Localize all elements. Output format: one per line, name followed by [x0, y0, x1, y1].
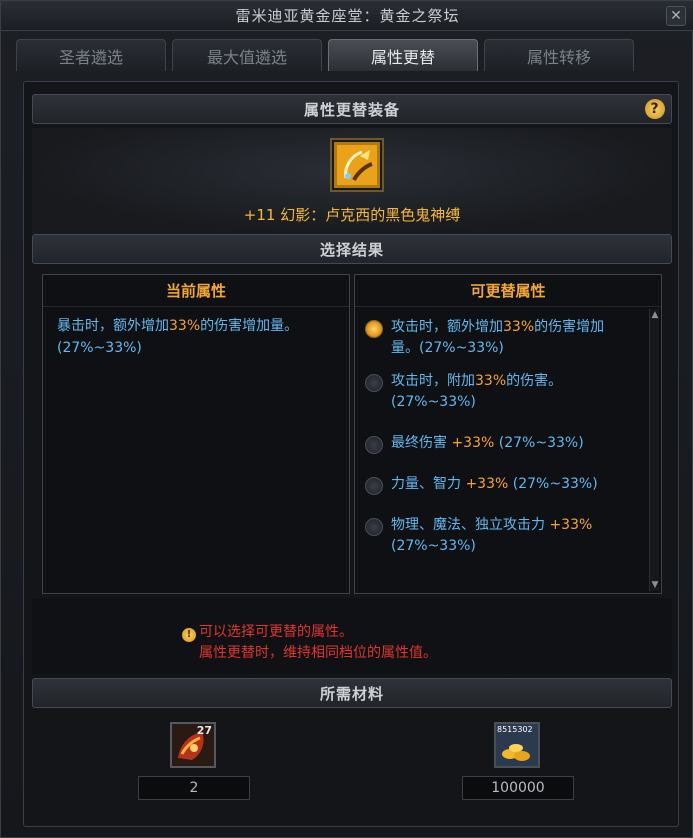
option-value: 33% — [475, 373, 507, 389]
option-text: 力量、智力 +33% (27%~33%) — [391, 474, 598, 495]
tab-saint-selection[interactable]: 圣者遴选 — [16, 39, 166, 71]
radio-unselected[interactable] — [365, 477, 383, 495]
material-slot-gold[interactable]: 8515302 — [494, 722, 540, 768]
option-list: 攻击时，额外增加33%的伤害增加量。(27%~33%) 攻击时，附加33%的伤害… — [355, 307, 661, 557]
current-attribute-panel: 当前属性 暴击时，额外增加33%的伤害增加量。(27%~33%) — [42, 274, 350, 594]
option-post: (27%~33%) — [508, 476, 598, 492]
option-post: (27%~33%) — [494, 435, 584, 451]
option-scrollbar[interactable]: ▲ ▼ — [649, 309, 659, 591]
current-attribute-pre: 暴击时，额外增加 — [57, 318, 169, 334]
option-item[interactable]: 攻击时，额外增加33%的伤害增加量。(27%~33%) — [355, 317, 661, 359]
option-value: 33% — [503, 319, 535, 335]
option-value: +33% — [465, 476, 509, 492]
option-text: 物理、魔法、独立攻击力 +33% (27%~33%) — [391, 515, 631, 557]
option-text: 最终伤害 +33% (27%~33%) — [391, 433, 584, 454]
option-text: 攻击时，附加33%的伤害。(27%~33%) — [391, 371, 631, 413]
equip-slot[interactable] — [330, 138, 384, 192]
material-stone-icon[interactable]: 27 — [170, 722, 216, 768]
radio-selected[interactable] — [365, 320, 383, 338]
notice-line-2: 属性更替时，维持相同档位的属性值。 — [199, 645, 437, 661]
title-bar[interactable]: 雷米迪亚黄金座堂：黄金之祭坛 ✕ — [1, 1, 693, 31]
tab-attribute-replace[interactable]: 属性更替 — [328, 39, 478, 71]
altar-window: 雷米迪亚黄金座堂：黄金之祭坛 ✕ 圣者遴选 最大值遴选 属性更替 属性转移 属性… — [0, 0, 693, 838]
option-value: +33% — [549, 517, 593, 533]
window-title: 雷米迪亚黄金座堂：黄金之祭坛 — [235, 7, 460, 25]
warning-icon: ! — [182, 628, 196, 642]
current-attribute-text: 暴击时，额外增加33%的伤害增加量。(27%~33%) — [43, 307, 349, 367]
radio-unselected[interactable] — [365, 374, 383, 392]
option-item[interactable]: 最终伤害 +33% (27%~33%) — [355, 433, 661, 454]
gold-coins-icon[interactable]: 8515302 — [494, 722, 540, 768]
option-item[interactable]: 力量、智力 +33% (27%~33%) — [355, 474, 661, 495]
option-pre: 最终伤害 — [391, 435, 452, 451]
tab-max-value-selection[interactable]: 最大值遴选 — [172, 39, 322, 71]
replaceable-attribute-heading: 可更替属性 — [355, 275, 661, 307]
close-button[interactable]: ✕ — [666, 6, 686, 26]
tab-attribute-transfer[interactable]: 属性转移 — [484, 39, 634, 71]
dark-bracelet-icon — [334, 142, 380, 188]
option-value: +33% — [451, 435, 495, 451]
option-post: (27%~33%) — [391, 538, 476, 554]
material-gold-count: 100000 — [462, 776, 574, 800]
option-pre: 攻击时，额外增加 — [391, 319, 503, 335]
option-item[interactable]: 攻击时，附加33%的伤害。(27%~33%) — [355, 371, 661, 413]
option-text: 攻击时，额外增加33%的伤害增加量。(27%~33%) — [391, 317, 631, 359]
materials-section-title: 所需材料 — [319, 684, 384, 703]
result-section-header: 选择结果 — [32, 234, 672, 264]
radio-unselected[interactable] — [365, 436, 383, 454]
equip-section-header: 属性更替装备 ? — [32, 94, 672, 124]
gold-coins-badge: 8515302 — [497, 725, 533, 734]
main-panel: 属性更替装备 ? +11 幻影：卢克西的黑色鬼神缚 选择结果 当前属性 暴击时，… — [23, 81, 679, 827]
material-slot-stone[interactable]: 27 — [170, 722, 216, 768]
option-pre: 物理、魔法、独立攻击力 — [391, 517, 550, 533]
current-attribute-value: 33% — [169, 318, 201, 334]
notice-area: ! 可以选择可更替的属性。 属性更替时，维持相同档位的属性值。 — [32, 598, 672, 674]
result-section-title: 选择结果 — [319, 240, 384, 259]
materials-section-header: 所需材料 — [32, 678, 672, 708]
tab-bar: 圣者遴选 最大值遴选 属性更替 属性转移 — [16, 39, 679, 73]
material-stone-badge: 27 — [196, 724, 212, 737]
radio-unselected[interactable] — [365, 518, 383, 536]
equip-item-name: +11 幻影：卢克西的黑色鬼神缚 — [243, 206, 461, 224]
help-icon[interactable]: ? — [645, 99, 665, 119]
replaceable-attribute-panel: 可更替属性 攻击时，额外增加33%的伤害增加量。(27%~33%) 攻击时，附加… — [354, 274, 662, 594]
notice-text: ! 可以选择可更替的属性。 属性更替时，维持相同档位的属性值。 — [182, 622, 437, 664]
scroll-down-icon[interactable]: ▼ — [650, 579, 660, 591]
option-item[interactable]: 物理、魔法、独立攻击力 +33% (27%~33%) — [355, 515, 661, 557]
equip-area: +11 幻影：卢克西的黑色鬼神缚 — [32, 128, 672, 234]
option-pre: 力量、智力 — [391, 476, 466, 492]
notice-line-1: 可以选择可更替的属性。 — [199, 624, 353, 640]
equip-section-title: 属性更替装备 — [303, 100, 400, 119]
option-pre: 攻击时，附加 — [391, 373, 475, 389]
scroll-up-icon[interactable]: ▲ — [650, 309, 660, 321]
current-attribute-heading: 当前属性 — [43, 275, 349, 307]
material-stone-count: 2 — [138, 776, 250, 800]
